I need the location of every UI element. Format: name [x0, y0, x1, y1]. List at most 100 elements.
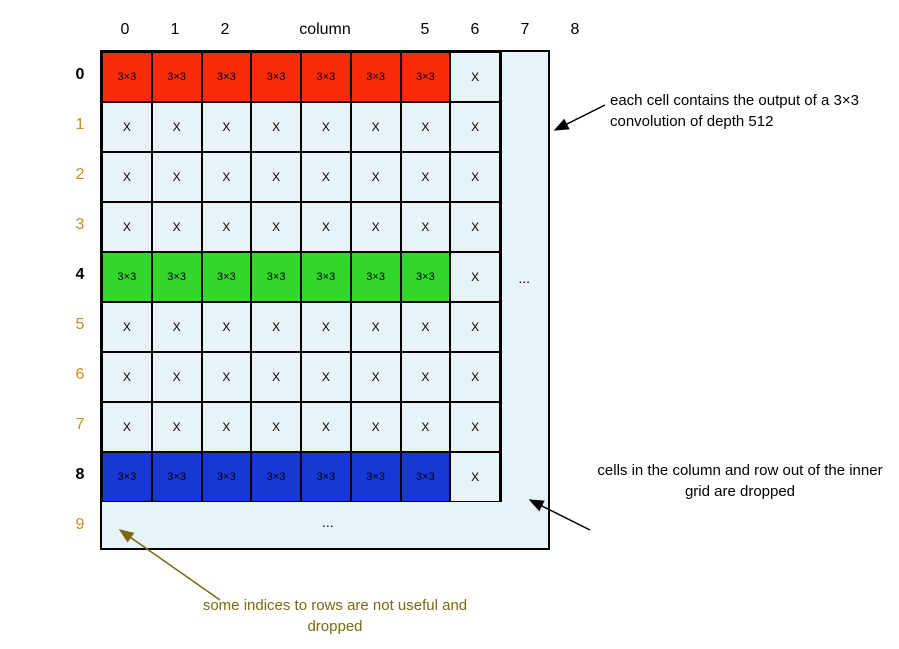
- annotation-cell-description: each cell contains the output of a 3×3 c…: [610, 90, 870, 132]
- x-cell: X: [102, 202, 152, 252]
- x-cell: X: [401, 152, 451, 202]
- x-cell: X: [152, 102, 202, 152]
- outer-grid-background: 3×33×33×33×33×33×33×3XXXXXXXXXXXXXXXXXXX…: [100, 50, 550, 550]
- x-cell: X: [450, 352, 500, 402]
- grid-row: XXXXXXXX: [102, 102, 500, 152]
- conv-cell: 3×3: [401, 252, 451, 302]
- column-header: 8: [550, 10, 600, 50]
- annotation-dropped-outer: cells in the column and row out of the i…: [595, 460, 885, 502]
- convolution-grid-diagram: 012column5678 0123456789 3×33×33×33×33×3…: [60, 10, 600, 550]
- row-header: 1: [60, 100, 100, 150]
- x-cell: X: [202, 402, 252, 452]
- grid-body: 3×33×33×33×33×33×33×3XXXXXXXXXXXXXXXXXXX…: [102, 52, 500, 500]
- row-header: 2: [60, 150, 100, 200]
- grid-row: 3×33×33×33×33×33×33×3X: [102, 452, 500, 502]
- conv-cell: 3×3: [202, 52, 252, 102]
- x-cell: X: [450, 302, 500, 352]
- x-cell: X: [251, 202, 301, 252]
- x-cell: X: [301, 352, 351, 402]
- x-cell: X: [152, 302, 202, 352]
- x-cell: X: [202, 152, 252, 202]
- row-header: 5: [60, 300, 100, 350]
- conv-cell: 3×3: [351, 252, 401, 302]
- column-header: 2: [200, 10, 250, 50]
- x-cell: X: [152, 352, 202, 402]
- conv-cell: 3×3: [351, 452, 401, 502]
- row-header: 4: [60, 250, 100, 300]
- x-cell: X: [251, 302, 301, 352]
- x-cell: X: [301, 302, 351, 352]
- x-cell: X: [450, 452, 500, 502]
- x-cell: X: [301, 152, 351, 202]
- x-cell: X: [102, 302, 152, 352]
- x-cell: X: [401, 402, 451, 452]
- conv-cell: 3×3: [152, 52, 202, 102]
- x-cell: X: [450, 52, 500, 102]
- x-cell: X: [450, 152, 500, 202]
- grid-row: XXXXXXXX: [102, 402, 500, 452]
- grid-row: XXXXXXXX: [102, 202, 500, 252]
- row-header: 3: [60, 200, 100, 250]
- x-cell: X: [251, 402, 301, 452]
- x-cell: X: [202, 102, 252, 152]
- column-header: column: [250, 10, 400, 50]
- x-cell: X: [401, 102, 451, 152]
- x-cell: X: [351, 352, 401, 402]
- grid-row: XXXXXXXX: [102, 352, 500, 402]
- x-cell: X: [251, 152, 301, 202]
- x-cell: X: [152, 202, 202, 252]
- x-cell: X: [301, 102, 351, 152]
- row-header: 7: [60, 400, 100, 450]
- ellipsis-right: ...: [518, 270, 530, 286]
- annotation-dropped-rows: some indices to rows are not useful and …: [185, 595, 485, 637]
- x-cell: X: [102, 402, 152, 452]
- grid-row: XXXXXXXX: [102, 302, 500, 352]
- x-cell: X: [102, 352, 152, 402]
- column-header: 1: [150, 10, 200, 50]
- row-headers: 0123456789: [60, 50, 100, 550]
- x-cell: X: [301, 402, 351, 452]
- conv-cell: 3×3: [102, 452, 152, 502]
- row-header: 0: [60, 50, 100, 100]
- x-cell: X: [351, 202, 401, 252]
- conv-cell: 3×3: [251, 252, 301, 302]
- x-cell: X: [351, 402, 401, 452]
- conv-cell: 3×3: [152, 252, 202, 302]
- x-cell: X: [152, 402, 202, 452]
- x-cell: X: [351, 102, 401, 152]
- row-header: 8: [60, 450, 100, 500]
- conv-cell: 3×3: [102, 252, 152, 302]
- column-header: 6: [450, 10, 500, 50]
- row-header: 9: [60, 500, 100, 550]
- inner-grid: 3×33×33×33×33×33×33×3XXXXXXXXXXXXXXXXXXX…: [102, 52, 502, 502]
- x-cell: X: [251, 102, 301, 152]
- x-cell: X: [450, 202, 500, 252]
- conv-cell: 3×3: [301, 52, 351, 102]
- x-cell: X: [102, 152, 152, 202]
- x-cell: X: [102, 102, 152, 152]
- column-header: 7: [500, 10, 550, 50]
- grid-row: 3×33×33×33×33×33×33×3X: [102, 52, 500, 102]
- x-cell: X: [202, 202, 252, 252]
- conv-cell: 3×3: [401, 452, 451, 502]
- conv-cell: 3×3: [401, 52, 451, 102]
- conv-cell: 3×3: [251, 452, 301, 502]
- column-headers: 012column5678: [100, 10, 600, 50]
- x-cell: X: [401, 202, 451, 252]
- conv-cell: 3×3: [202, 252, 252, 302]
- x-cell: X: [450, 402, 500, 452]
- x-cell: X: [251, 352, 301, 402]
- conv-cell: 3×3: [251, 52, 301, 102]
- column-header: 5: [400, 10, 450, 50]
- conv-cell: 3×3: [301, 452, 351, 502]
- x-cell: X: [202, 302, 252, 352]
- x-cell: X: [450, 102, 500, 152]
- ellipsis-bottom: ...: [322, 514, 334, 530]
- conv-cell: 3×3: [351, 52, 401, 102]
- conv-cell: 3×3: [152, 452, 202, 502]
- x-cell: X: [351, 302, 401, 352]
- conv-cell: 3×3: [102, 52, 152, 102]
- x-cell: X: [152, 152, 202, 202]
- row-header: 6: [60, 350, 100, 400]
- x-cell: X: [450, 252, 500, 302]
